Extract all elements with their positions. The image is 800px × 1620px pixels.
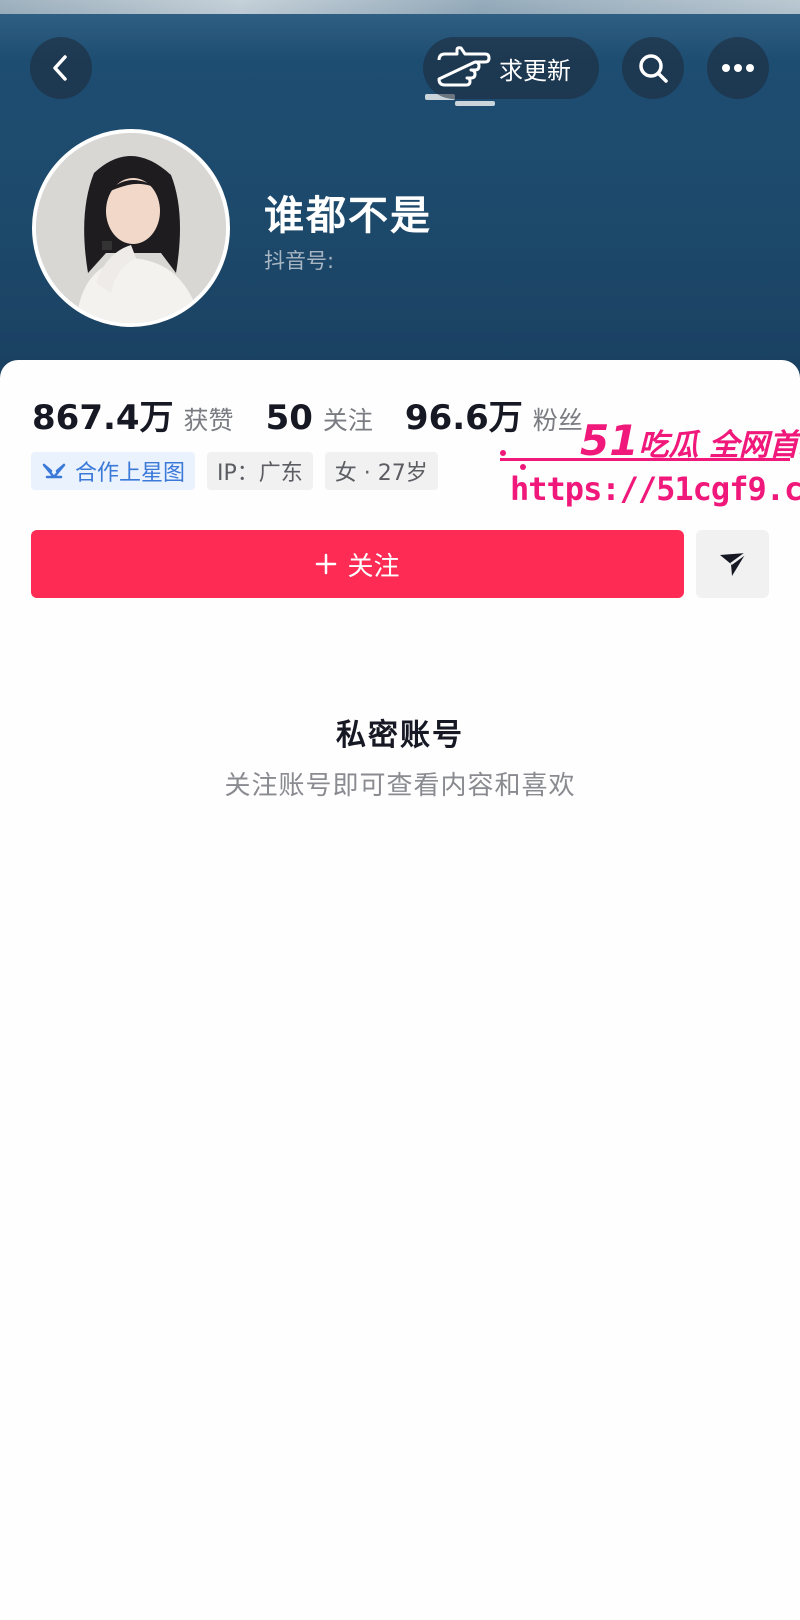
private-account-title: 私密账号 <box>336 718 464 753</box>
tag-star-map[interactable]: 合作上星图 <box>31 452 196 490</box>
cover-shoreline <box>0 0 800 14</box>
follow-button[interactable]: 关注 <box>31 530 684 598</box>
more-button[interactable] <box>707 37 769 99</box>
search-icon <box>639 54 668 83</box>
avatar[interactable] <box>32 129 230 327</box>
following-count[interactable]: 50 <box>266 398 313 438</box>
account-id-label: 抖音号: <box>264 249 335 273</box>
pointing-hand-icon <box>437 46 491 87</box>
tag-ip-label: IP：广东 <box>217 461 303 486</box>
tag-gender-age: 女 · 27岁 <box>324 452 438 490</box>
send-icon <box>719 551 747 576</box>
chevron-left-icon <box>53 55 67 81</box>
request-update-label: 求更新 <box>499 56 571 85</box>
star-map-icon <box>42 463 66 479</box>
tag-star-map-label: 合作上星图 <box>75 461 186 486</box>
profile-stats: 867.4万 获赞 50 关注 96.6万 粉丝 <box>32 390 615 439</box>
search-button[interactable] <box>622 37 684 99</box>
following-label[interactable]: 关注 <box>323 401 373 437</box>
likes-count: 867.4万 <box>32 398 174 438</box>
more-dots-icon <box>722 64 754 72</box>
watermark-divider <box>500 458 790 461</box>
avatar-photo <box>36 133 226 323</box>
likes-label: 获赞 <box>183 406 234 435</box>
tag-gender-age-label: 女 · 27岁 <box>334 461 428 486</box>
plus-icon <box>316 553 337 575</box>
cover-boat <box>455 101 495 106</box>
display-name: 谁都不是 <box>264 193 432 239</box>
request-update-button[interactable]: 求更新 <box>423 37 599 99</box>
profile-tags: 合作上星图 IP：广东 女 · 27岁 <box>31 452 438 490</box>
followers-count[interactable]: 96.6万 <box>405 390 523 439</box>
follow-label: 关注 <box>347 551 400 582</box>
private-account-subtitle: 关注账号即可查看内容和喜欢 <box>224 771 576 801</box>
watermark-url: https://51cgf9.com <box>510 470 800 508</box>
watermark-dot <box>500 450 506 456</box>
back-button[interactable] <box>30 37 92 99</box>
send-message-button[interactable] <box>696 530 769 598</box>
followers-label[interactable]: 粉丝 <box>533 401 583 437</box>
tag-ip-location: IP：广东 <box>207 452 313 490</box>
